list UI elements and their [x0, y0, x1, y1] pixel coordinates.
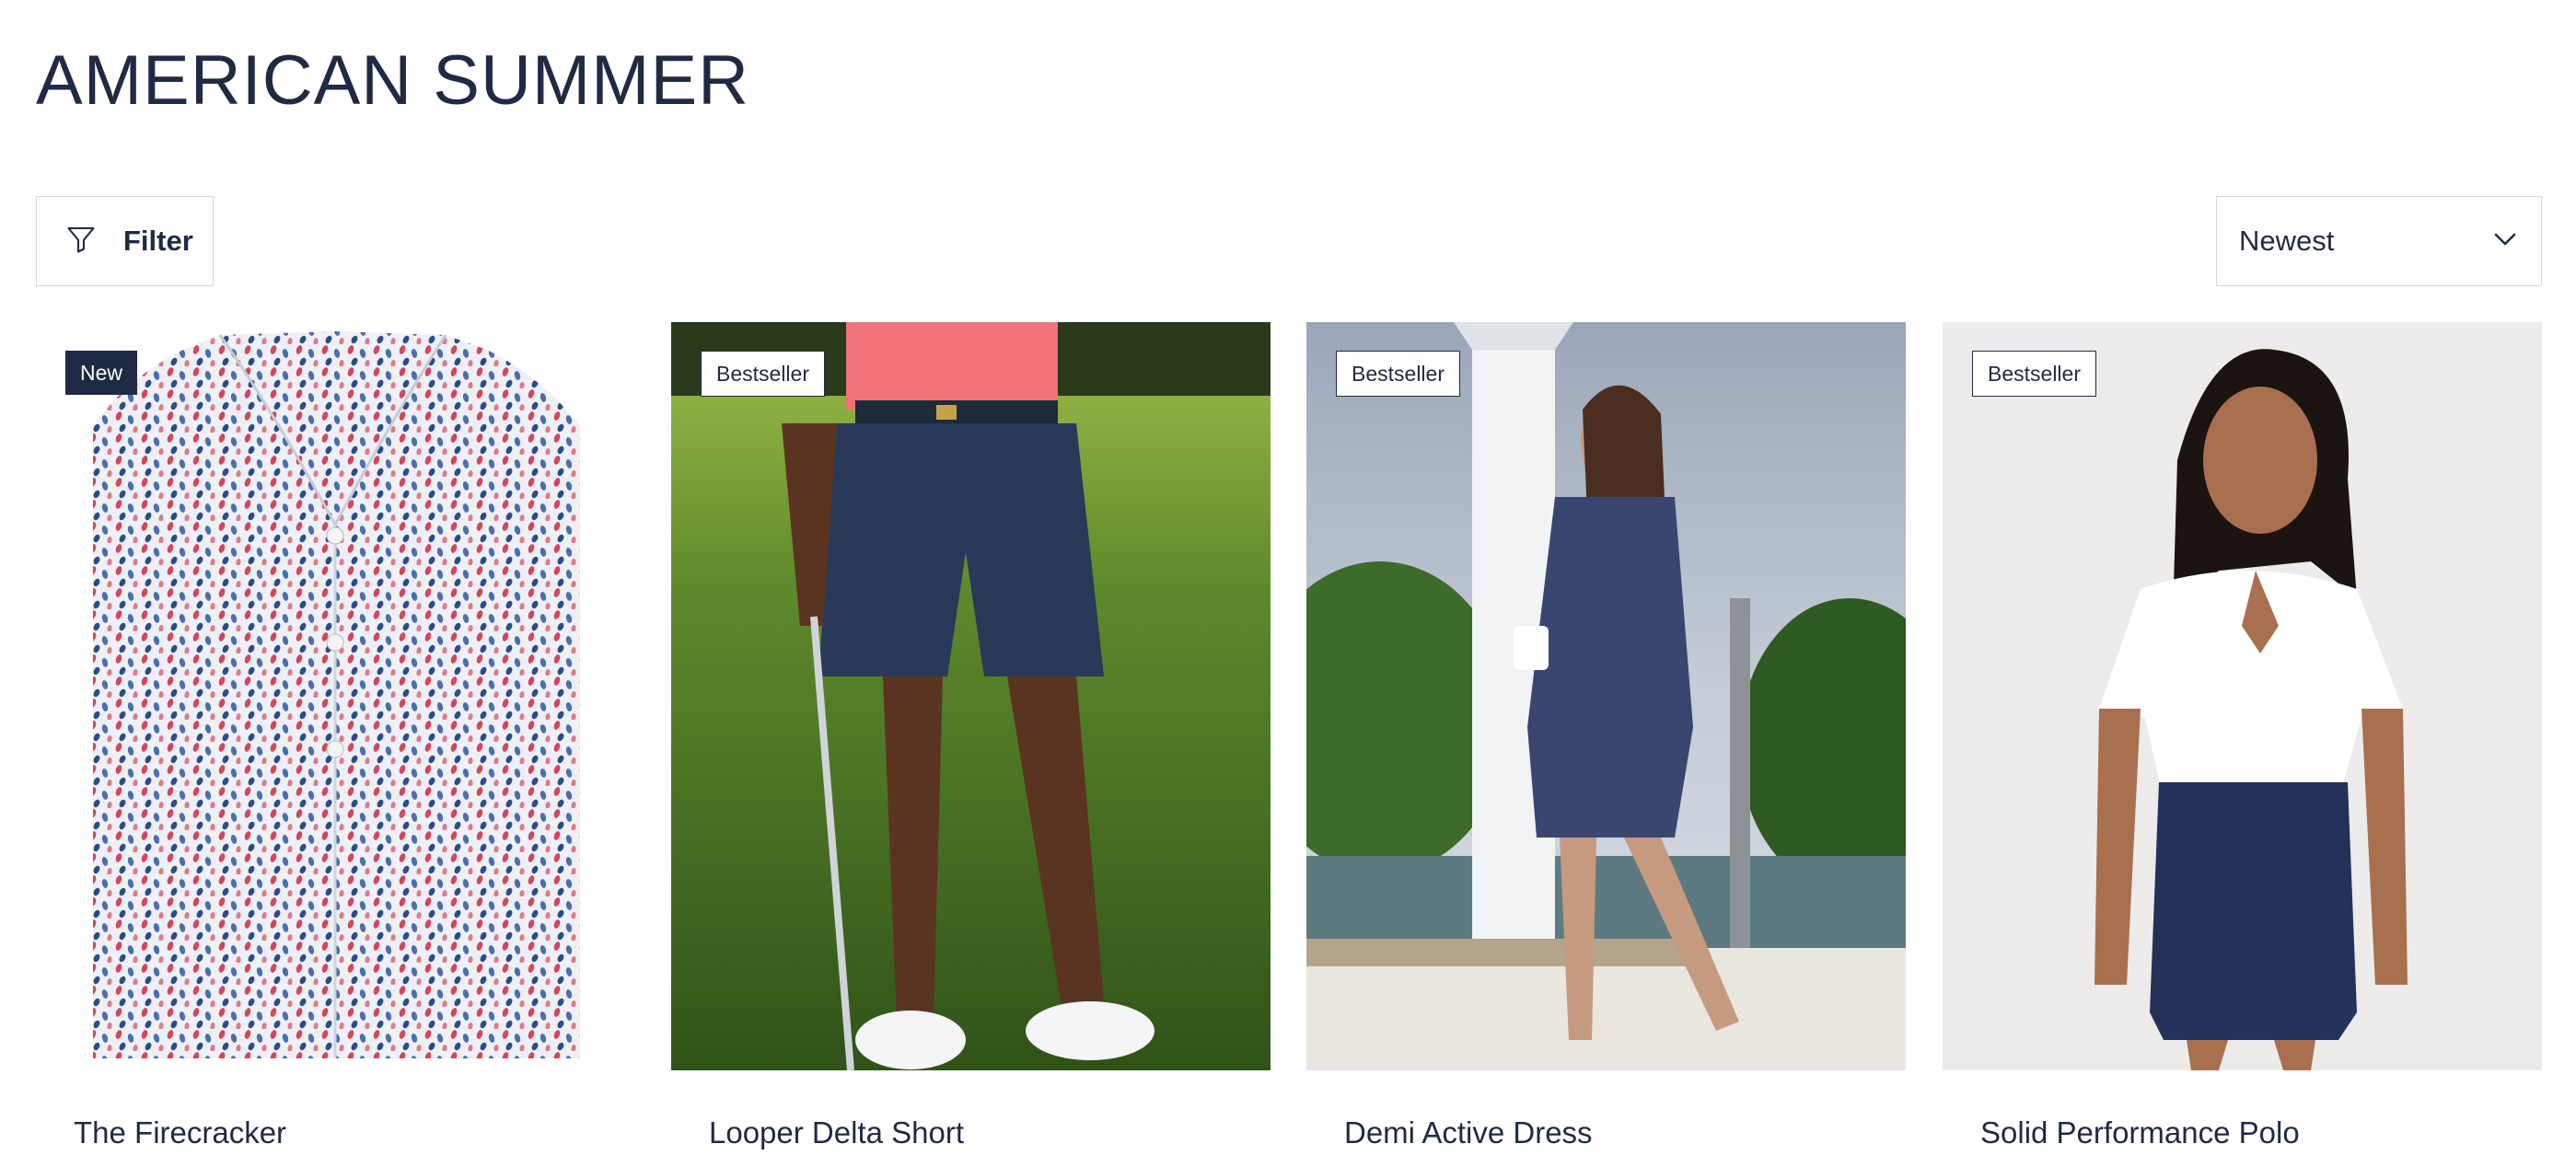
product-grid: New The Firecracker Bestseller Looper De… [36, 322, 2542, 1167]
new-badge: New [65, 351, 138, 395]
bestseller-badge: Bestseller [1972, 351, 2096, 397]
page-title: AMERICAN SUMMER [36, 41, 750, 120]
chevron-down-icon [2491, 225, 2519, 258]
product-image[interactable] [1306, 322, 1906, 1070]
filter-label: Filter [123, 225, 193, 257]
collection-page: AMERICAN SUMMER Filter Newest New The Fi… [0, 0, 2576, 1167]
filter-button[interactable]: Filter [36, 196, 214, 286]
product-card[interactable]: New The Firecracker [36, 322, 635, 1167]
product-name[interactable]: The Firecracker [74, 1115, 286, 1150]
product-card[interactable]: Bestseller Demi Active Dress [1306, 322, 1906, 1167]
product-image[interactable] [671, 322, 1271, 1070]
product-card[interactable]: Bestseller Solid Performance Polo [1943, 322, 2542, 1167]
bestseller-badge: Bestseller [701, 351, 825, 397]
product-image[interactable] [1943, 322, 2542, 1070]
funnel-icon [64, 223, 98, 260]
product-name[interactable]: Demi Active Dress [1344, 1115, 1593, 1150]
sort-select[interactable]: Newest [2216, 196, 2542, 286]
product-image[interactable] [36, 322, 635, 1070]
product-name[interactable]: Looper Delta Short [709, 1115, 964, 1150]
product-name[interactable]: Solid Performance Polo [1980, 1115, 2300, 1150]
bestseller-badge: Bestseller [1336, 351, 1460, 397]
sort-value: Newest [2239, 225, 2335, 257]
product-card[interactable]: Bestseller Looper Delta Short [671, 322, 1271, 1167]
